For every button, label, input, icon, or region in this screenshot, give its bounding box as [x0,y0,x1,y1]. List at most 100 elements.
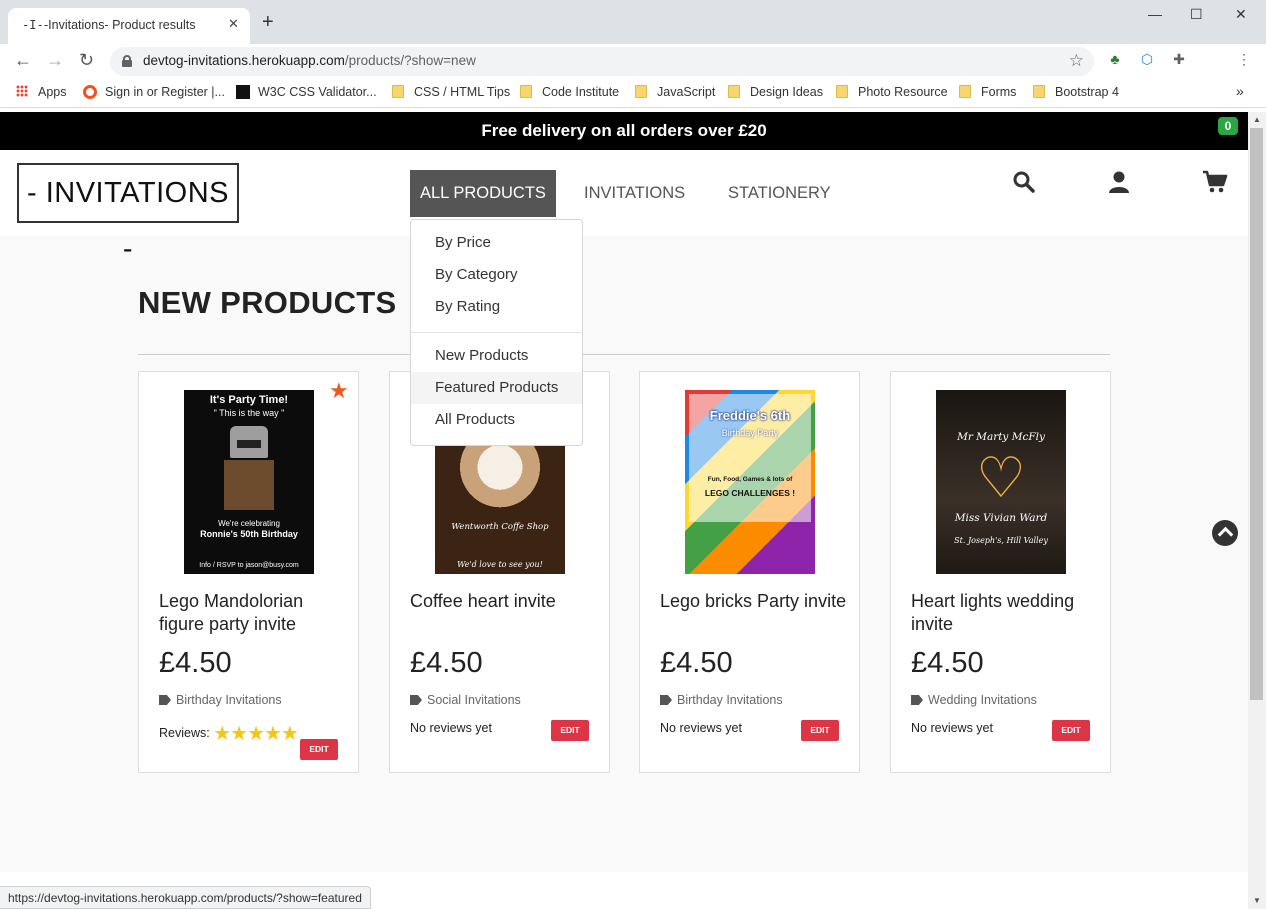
tag-icon [911,695,923,705]
search-icon[interactable] [1012,170,1036,194]
bookmark-code-institute[interactable]: Code Institute [520,85,619,99]
folder-icon [1033,85,1045,98]
url-text[interactable]: devtog-invitations.herokuapp.com/product… [143,53,476,68]
edit-button[interactable]: EDIT [1052,720,1090,741]
product-price: £4.50 [410,647,483,679]
product-image[interactable]: Freddie's 6th Birthday Party Fun, Food, … [685,390,815,574]
bookmark-bootstrap[interactable]: Bootstrap 4 [1033,85,1119,99]
image-caption: It's Party Time! [209,394,289,406]
featured-star-icon: ★ [329,378,349,403]
w3c-favicon-icon [236,85,250,99]
bookmark-apps[interactable]: Apps [16,85,67,99]
product-price: £4.50 [911,647,984,679]
product-card: It's Party Time! " This is the way " We'… [138,371,359,773]
category-label: Wedding Invitations [928,693,1037,707]
product-image[interactable]: Mr Marty McFly ♡ Miss Vivian Ward St. Jo… [936,390,1066,574]
product-name[interactable]: Lego bricks Party invite [660,590,850,613]
account-icon[interactable] [1107,170,1131,194]
product-name[interactable]: Coffee heart invite [410,590,600,613]
reviews-label: Reviews: [159,726,210,740]
product-reviews: Reviews: ★★★★★ [159,721,299,746]
html-validator-extension-icon[interactable]: ♣ [1107,51,1123,67]
image-caption: Miss Vivian Ward [954,512,1048,524]
bookmark-design-ideas[interactable]: Design Ideas [728,85,823,99]
bookmark-sign-in[interactable]: Sign in or Register |... [83,85,225,99]
extensions-puzzle-icon[interactable]: ✚ [1171,51,1187,67]
scroll-up-arrow-icon[interactable]: ▲ [1253,115,1261,124]
maximize-icon[interactable]: ☐ [1190,6,1203,23]
bookmark-javascript[interactable]: JavaScript [635,85,715,99]
nav-stationery[interactable]: Stationery [718,170,841,217]
new-tab-icon[interactable]: + [262,12,274,32]
dropdown-featured-products[interactable]: Featured Products [411,372,582,404]
product-category[interactable]: Birthday Invitations [159,693,282,707]
image-caption: Mr Marty McFly [957,431,1045,443]
edit-button[interactable]: EDIT [551,720,589,741]
back-icon[interactable]: ← [14,51,32,69]
product-category[interactable]: Social Invitations [410,693,521,707]
image-caption: Info / RSVP to jason@busy.com [199,562,299,569]
category-label: Social Invitations [427,693,521,707]
scrollbar-thumb[interactable] [1250,128,1263,700]
browser-menu-icon[interactable]: ⋮ [1236,51,1252,67]
image-caption: Ronnie's 50th Birthday [200,529,298,539]
category-label: Birthday Invitations [677,693,783,707]
image-caption: Wentworth Coffe Shop [451,522,549,532]
bookmarks-overflow-icon[interactable]: » [1236,83,1244,99]
tab-title: -Invitations- Product results [44,18,196,32]
bookmark-favicon-icon [83,85,97,99]
browser-tab[interactable]: -I- -Invitations- Product results ✕ [8,8,250,44]
product-category[interactable]: Birthday Invitations [660,693,783,707]
cart-icon[interactable] [1202,170,1228,194]
image-caption: LEGO CHALLENGES ! [704,488,796,498]
bookmark-w3c[interactable]: W3C CSS Validator... [236,85,377,99]
bookmarks-bar: Apps Sign in or Register |... W3C CSS Va… [0,78,1266,108]
dropdown-all-products[interactable]: All Products [411,404,582,436]
edit-button[interactable]: EDIT [801,720,839,741]
bookmark-label: Photo Resource [858,85,948,99]
product-name[interactable]: Heart lights wedding invite [911,590,1101,636]
product-price: £4.50 [660,647,733,679]
extension-hex-icon[interactable]: ⬡ [1139,51,1155,67]
lock-icon [122,55,132,67]
bookmark-forms[interactable]: Forms [959,85,1016,99]
nav-invitations[interactable]: Invitations [574,170,695,217]
product-image[interactable]: It's Party Time! " This is the way " We'… [184,390,314,574]
dropdown-by-category[interactable]: By Category [411,259,582,291]
title-divider [138,354,1110,355]
image-caption: We'd love to see you! [457,560,543,569]
product-name[interactable]: Lego Mandolorian figure party invite [159,590,349,636]
scroll-to-top-icon[interactable] [1212,520,1238,546]
reload-icon[interactable]: ↻ [79,51,94,69]
bookmark-label: Bootstrap 4 [1055,85,1119,99]
window-close-icon[interactable]: ✕ [1235,6,1247,23]
heart-lights-icon: ♡ [975,446,1027,509]
minimize-icon[interactable]: — [1148,6,1162,22]
address-bar[interactable]: devtog-invitations.herokuapp.com/product… [110,47,1094,76]
edit-button[interactable]: EDIT [300,739,338,760]
helmet-visor [237,440,261,448]
dropdown-by-rating[interactable]: By Rating [411,291,582,323]
scroll-down-arrow-icon[interactable]: ▼ [1253,896,1261,905]
site-logo[interactable]: - INVITATIONS - [17,163,239,265]
dropdown-by-price[interactable]: By Price [411,227,582,259]
browser-toolbar: ← → ↻ devtog-invitations.herokuapp.com/p… [0,44,1266,78]
bookmark-label: Forms [981,85,1017,99]
close-tab-icon[interactable]: ✕ [228,16,239,32]
forward-icon[interactable]: → [46,51,64,69]
folder-icon [836,85,848,98]
figure-body [224,460,274,510]
delivery-banner: Free delivery on all orders over £20 [0,112,1248,150]
nav-all-products[interactable]: All Products [410,170,556,217]
page-scrollbar[interactable]: ▲ ▼ [1248,112,1266,909]
dropdown-new-products[interactable]: New Products [411,340,582,372]
bookmark-star-icon[interactable]: ☆ [1069,51,1084,71]
image-caption: Fun, Food, Games & lots of [707,476,793,483]
bookmark-css-html[interactable]: CSS / HTML Tips [392,85,510,99]
product-category[interactable]: Wedding Invitations [911,693,1037,707]
image-caption: Freddie's 6th [709,408,791,423]
folder-icon [520,85,532,98]
tag-icon [410,695,422,705]
bookmark-photo-resource[interactable]: Photo Resource [836,85,948,99]
tag-icon [159,695,171,705]
